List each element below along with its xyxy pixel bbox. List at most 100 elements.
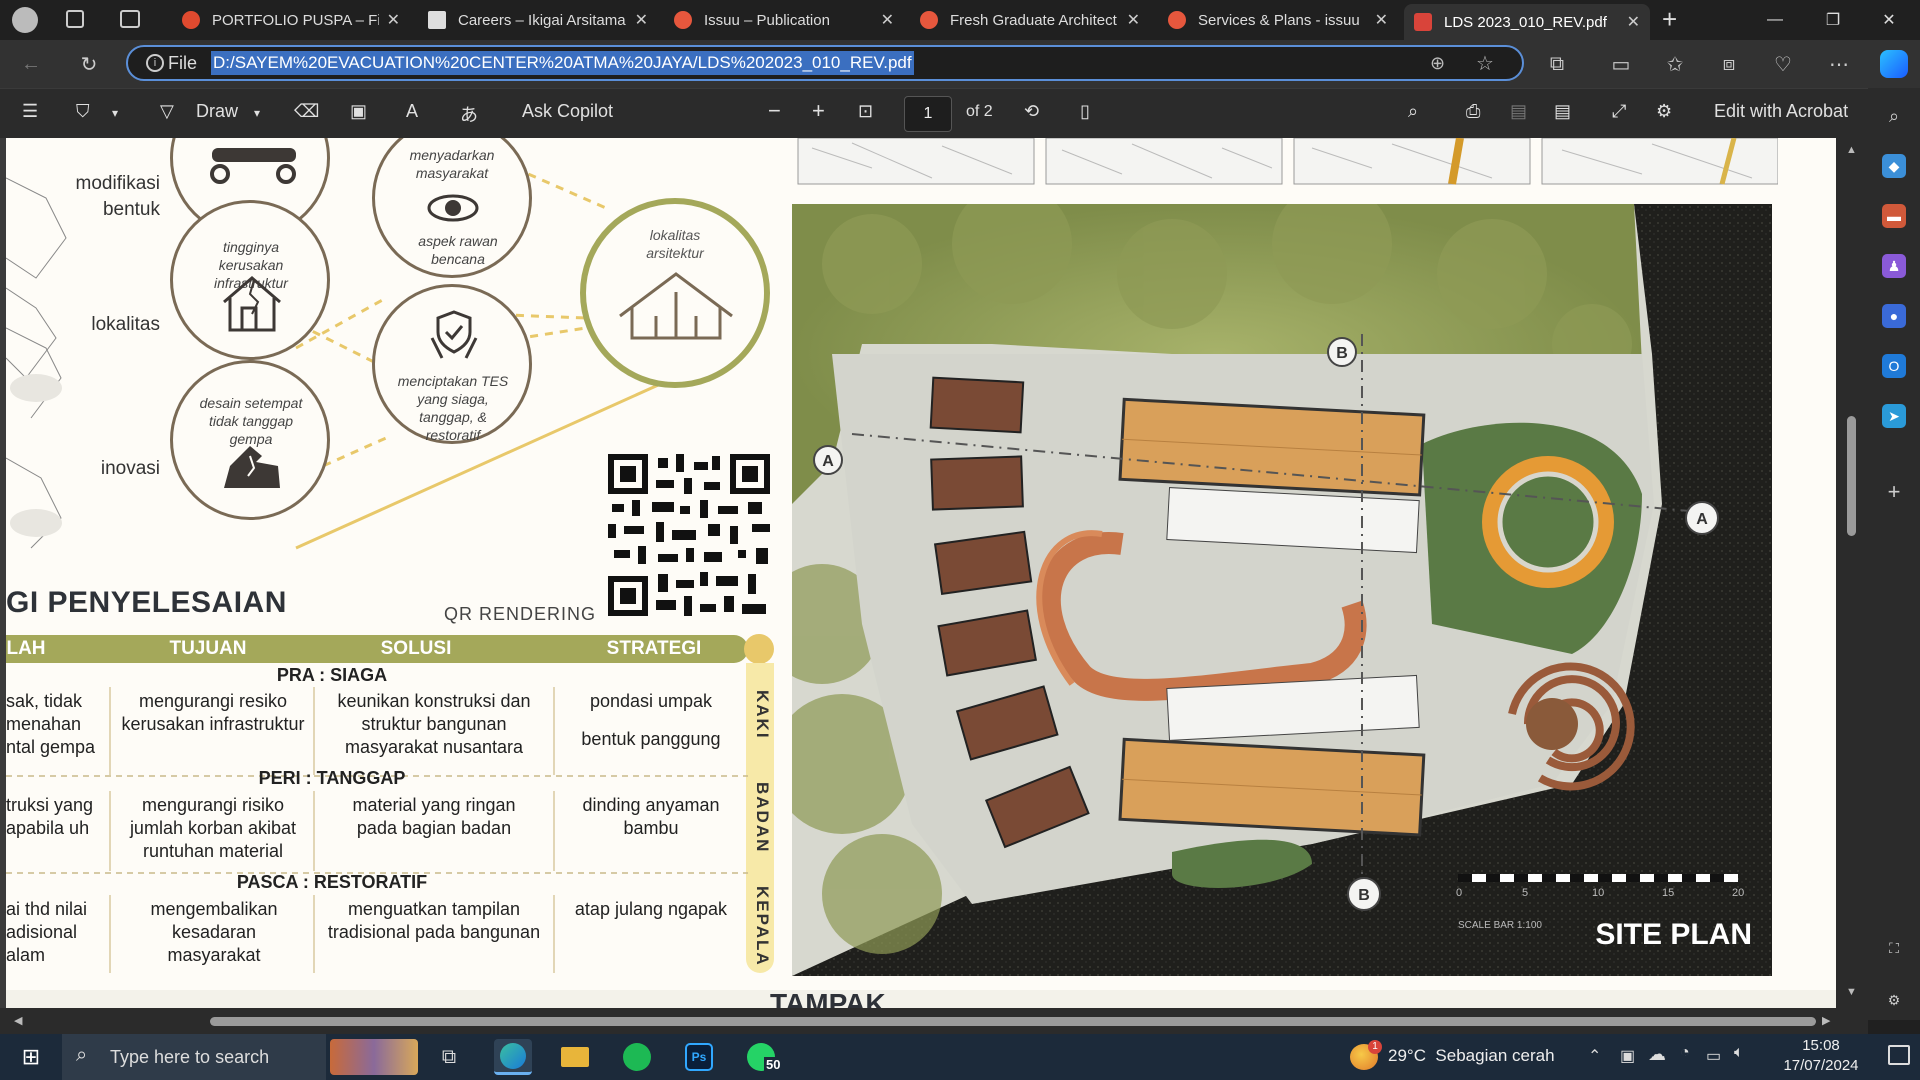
clock-time[interactable]: 15:08	[1778, 1037, 1864, 1054]
copilot-icon[interactable]	[1880, 50, 1908, 78]
qr-code[interactable]	[608, 454, 770, 616]
tray-battery-icon[interactable]: ▭	[1706, 1046, 1721, 1066]
close-tab-icon[interactable]: ✕	[1627, 12, 1640, 32]
section-marker-b-top: B	[1336, 345, 1348, 362]
pdf-viewport[interactable]: modifikasi bentuk lokalitas inovasi ting…	[0, 138, 1836, 1010]
text-box-icon[interactable]: ▣	[350, 101, 367, 122]
back-arrow-icon[interactable]: ←	[18, 52, 44, 76]
sidebar-settings-icon[interactable]: ⚙	[1882, 988, 1906, 1012]
close-window-button[interactable]: ✕	[1866, 6, 1912, 34]
spotify-icon[interactable]	[618, 1039, 656, 1075]
url-text[interactable]: D:/SAYEM%20EVACUATION%20CENTER%20ATMA%20…	[211, 51, 914, 75]
edge-browser-icon[interactable]	[494, 1039, 532, 1075]
page-number-input[interactable]: 1	[904, 96, 952, 132]
close-tab-icon[interactable]: ✕	[635, 10, 648, 30]
tray-wifi-icon[interactable]: ◔	[1680, 1044, 1690, 1062]
sidebar-screenshot-icon[interactable]: ⛶	[1882, 936, 1906, 960]
vertical-scroll-thumb[interactable]	[1847, 416, 1856, 536]
zoom-out-icon[interactable]: −	[768, 98, 781, 124]
notification-center-icon[interactable]	[1888, 1045, 1910, 1065]
page-view-icon[interactable]: ▯	[1080, 101, 1090, 122]
taskbar-search-box[interactable]: ⌕ Type here to search	[62, 1034, 326, 1080]
ask-copilot-button[interactable]: Ask Copilot	[522, 101, 613, 122]
print-icon[interactable]: ⎙	[1466, 101, 1480, 122]
profile-avatar[interactable]	[12, 7, 38, 33]
browser-essentials-icon[interactable]: ♡	[1770, 52, 1796, 76]
tab-fresh-graduate[interactable]: Fresh Graduate Architect ✕	[910, 4, 1150, 36]
highlight-icon[interactable]: ⛉	[76, 101, 90, 122]
minimize-button[interactable]: —	[1752, 6, 1798, 34]
info-icon[interactable]: i	[146, 54, 164, 72]
horizontal-scrollbar[interactable]: ◀ ▶	[0, 1008, 1836, 1034]
close-tab-icon[interactable]: ✕	[1127, 10, 1140, 30]
draw-button[interactable]: Draw	[196, 101, 238, 122]
chevron-down-icon[interactable]: ▾	[112, 106, 118, 120]
collections-icon[interactable]: ⧈	[1716, 52, 1742, 76]
file-explorer-icon[interactable]	[556, 1039, 594, 1075]
workspaces-icon[interactable]	[66, 10, 84, 28]
tab-pdf-active[interactable]: LDS 2023_010_REV.pdf ✕	[1404, 4, 1650, 40]
village-widget-icon[interactable]	[330, 1039, 418, 1075]
settings-gear-icon[interactable]: ⚙	[1656, 101, 1672, 122]
scroll-down-arrow-icon[interactable]: ▼	[1846, 986, 1857, 998]
tab-services-plans[interactable]: Services & Plans - issuu ✕	[1158, 4, 1398, 36]
restore-button[interactable]: ❐	[1810, 6, 1856, 34]
horizontal-scroll-thumb[interactable]	[210, 1017, 1816, 1026]
sidebar-tag-icon[interactable]: ◆	[1882, 154, 1906, 178]
sidebar-send-icon[interactable]: ➤	[1882, 404, 1906, 428]
zoom-icon[interactable]: ⊕	[1430, 53, 1445, 74]
section-pasca-restoratif: PASCA : RESTORATIF	[236, 872, 428, 892]
whatsapp-icon[interactable]: 50	[742, 1039, 783, 1075]
task-view-icon[interactable]: ⧉	[430, 1039, 468, 1075]
photoshop-icon[interactable]: Ps	[680, 1039, 718, 1075]
more-menu-icon[interactable]: ⋯	[1826, 52, 1852, 76]
refresh-icon[interactable]: ↻	[76, 52, 102, 76]
fit-page-icon[interactable]: ⊡	[858, 101, 873, 122]
split-screen-icon[interactable]: ▭	[1608, 52, 1634, 76]
chevron-down-icon[interactable]: ▾	[254, 106, 260, 120]
eraser-icon[interactable]: ⌫	[294, 101, 319, 122]
favorites-icon[interactable]: ✩	[1662, 52, 1688, 76]
extensions-icon[interactable]: ⧉	[1544, 52, 1570, 76]
fullscreen-icon[interactable]: ⤢	[1612, 101, 1626, 122]
save-icon[interactable]: ▤	[1510, 101, 1527, 122]
sidebar-outlook-icon[interactable]: O	[1882, 354, 1906, 378]
start-windows-icon[interactable]: ⊞	[12, 1039, 50, 1075]
sidebar-tools-icon[interactable]: ▬	[1882, 204, 1906, 228]
tab-actions-icon[interactable]	[120, 10, 140, 28]
tray-onedrive-icon[interactable]: ☁	[1648, 1044, 1666, 1065]
close-tab-icon[interactable]: ✕	[881, 10, 894, 30]
scroll-up-arrow-icon[interactable]: ▲	[1846, 144, 1857, 156]
scroll-right-arrow-icon[interactable]: ▶	[1822, 1014, 1830, 1027]
tab-issuu-publication[interactable]: Issuu – Publication ✕	[664, 4, 904, 36]
tray-device-icon[interactable]: ▣	[1620, 1046, 1635, 1066]
new-tab-button[interactable]: +	[1662, 4, 1677, 35]
clock-date[interactable]: 17/07/2024	[1772, 1057, 1870, 1074]
sidebar-search-icon[interactable]: ⌕	[1882, 104, 1906, 128]
building-sketch-drawings	[6, 177, 67, 549]
tray-chevron-up-icon[interactable]: ⌃	[1588, 1046, 1601, 1066]
tab-careers[interactable]: Careers – Ikigai Arsitama ✕	[418, 4, 658, 36]
sidebar-games-icon[interactable]: ♟	[1882, 254, 1906, 278]
tray-volume-icon[interactable]: 🔈︎	[1734, 1044, 1744, 1062]
close-tab-icon[interactable]: ✕	[1375, 10, 1388, 30]
scroll-left-arrow-icon[interactable]: ◀	[14, 1014, 22, 1027]
search-icon[interactable]: ⌕	[1408, 101, 1418, 122]
read-aloud-icon[interactable]: A	[406, 101, 418, 122]
sidebar-add-icon[interactable]: +	[1882, 479, 1906, 504]
edit-with-acrobat-button[interactable]: Edit with Acrobat	[1714, 101, 1848, 122]
close-tab-icon[interactable]: ✕	[387, 10, 400, 30]
weather-text[interactable]: 29°C Sebagian cerah	[1388, 1046, 1555, 1066]
draw-icon[interactable]: ▽	[160, 101, 174, 122]
sidebar-copilot-icon[interactable]: ●	[1882, 304, 1906, 328]
vertical-scrollbar[interactable]: ▲ ▼	[1836, 138, 1868, 1010]
rotate-icon[interactable]: ⟲	[1024, 101, 1039, 122]
favorite-star-icon[interactable]: ☆	[1476, 51, 1494, 76]
tab-figma[interactable]: PORTFOLIO PUSPA – Figma ✕	[172, 4, 410, 36]
contents-icon[interactable]: ☰	[22, 101, 38, 122]
address-bar[interactable]: i File D:/SAYEM%20EVACUATION%20CENTER%20…	[126, 45, 1524, 81]
save-as-icon[interactable]: ▤	[1554, 101, 1571, 122]
translate-icon[interactable]: あ	[460, 101, 478, 127]
site-plan-drawing[interactable]: A A B B 0 5 10 15 20 SCALE BAR 1:100 SIT…	[792, 204, 1772, 976]
zoom-in-icon[interactable]: +	[812, 98, 825, 124]
